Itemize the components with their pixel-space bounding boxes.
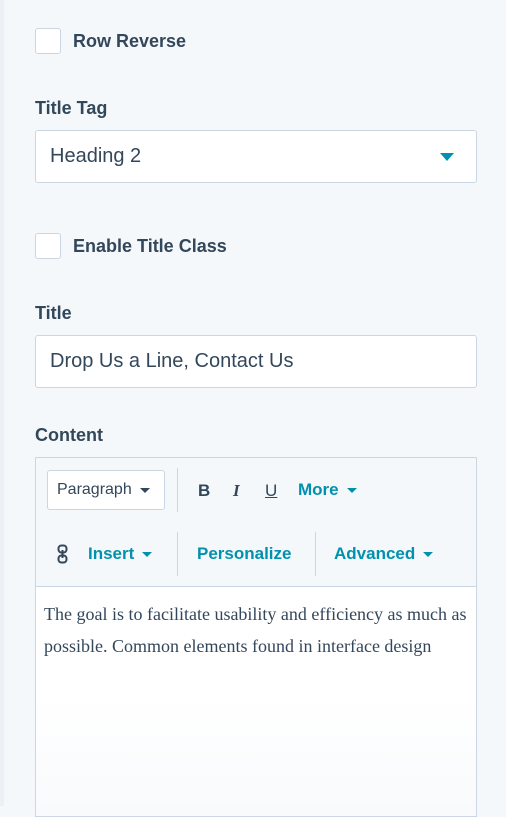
row-reverse-label: Row Reverse	[73, 30, 187, 51]
row-reverse-checkbox[interactable]	[35, 28, 61, 54]
more-button[interactable]: More	[298, 480, 357, 500]
advanced-button[interactable]: Advanced	[334, 544, 434, 564]
editor-fade	[36, 696, 476, 816]
title-tag-selected-value: Heading 2	[50, 145, 142, 167]
toolbar-divider	[177, 532, 178, 576]
insert-label: Insert	[88, 544, 135, 563]
italic-button[interactable]: I	[233, 481, 240, 501]
enable-title-class-label: Enable Title Class	[73, 235, 227, 256]
panel-edge	[0, 0, 4, 806]
chevron-down-icon	[440, 153, 454, 161]
paragraph-format-value: Paragraph	[57, 481, 132, 498]
title-input[interactable]: Drop Us a Line, Contact Us	[35, 335, 477, 388]
editor-content[interactable]: The goal is to facilitate usability and …	[44, 598, 469, 662]
underline-button[interactable]: U	[265, 481, 277, 501]
link-icon[interactable]	[56, 544, 70, 569]
title-label: Title	[35, 303, 72, 323]
title-input-value: Drop Us a Line, Contact Us	[50, 350, 294, 372]
personalize-button[interactable]: Personalize	[197, 544, 292, 564]
enable-title-class-option[interactable]: Enable Title Class	[35, 233, 227, 259]
personalize-label: Personalize	[197, 544, 292, 563]
row-reverse-option[interactable]: Row Reverse	[35, 28, 186, 54]
more-label: More	[298, 480, 339, 499]
toolbar-divider	[177, 468, 178, 512]
chevron-down-icon	[346, 487, 357, 493]
bold-button[interactable]: B	[198, 481, 210, 501]
paragraph-format-select[interactable]: Paragraph	[47, 470, 165, 510]
rich-text-editor[interactable]: Paragraph B I U More Insert Personalize …	[35, 457, 477, 817]
title-tag-label: Title Tag	[35, 98, 108, 118]
title-tag-select[interactable]: Heading 2	[35, 130, 477, 183]
toolbar-divider	[315, 532, 316, 576]
chevron-down-icon	[423, 551, 434, 557]
insert-button[interactable]: Insert	[88, 544, 153, 564]
settings-panel: Row Reverse Title Tag Heading 2 Enable T…	[0, 0, 506, 817]
chevron-down-icon	[142, 551, 153, 557]
enable-title-class-checkbox[interactable]	[35, 233, 61, 259]
advanced-label: Advanced	[334, 544, 416, 563]
editor-toolbar: Paragraph B I U More Insert Personalize …	[36, 458, 476, 587]
content-label: Content	[35, 425, 103, 445]
chevron-down-icon	[139, 487, 150, 493]
